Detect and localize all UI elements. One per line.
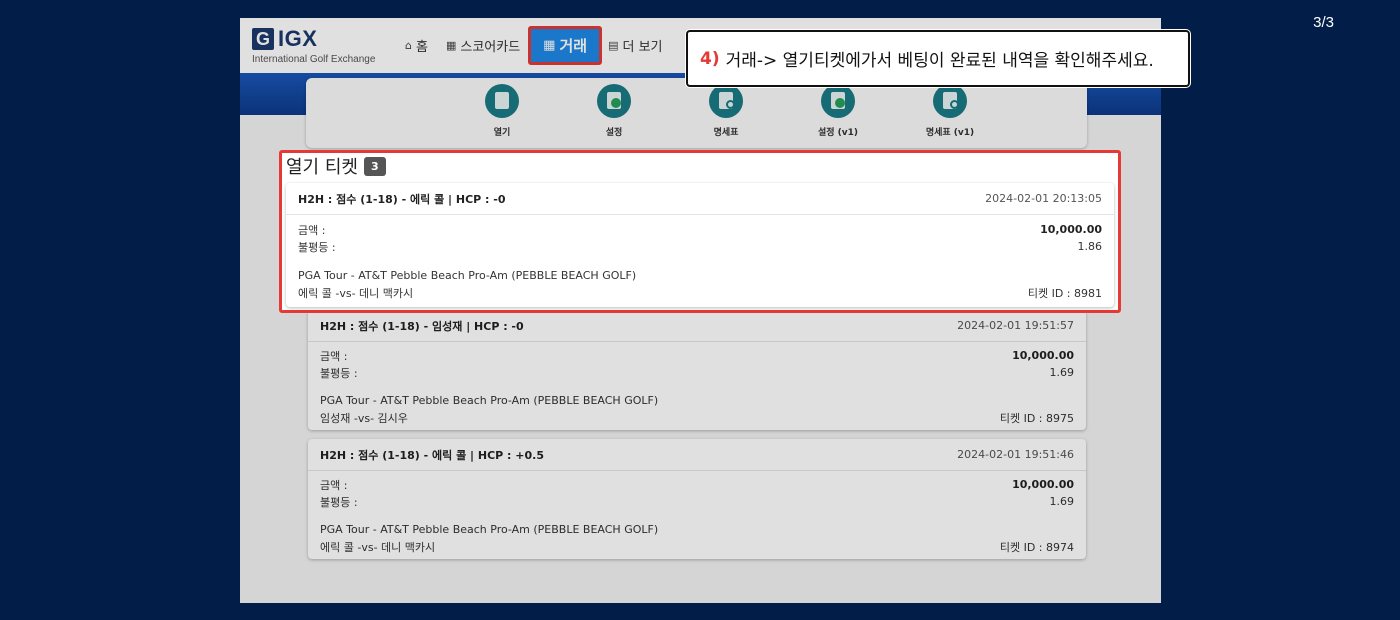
tour-name: PGA Tour - AT&T Pebble Beach Pro-Am (PEB…	[298, 269, 637, 282]
igx-logo[interactable]: G IGX International Golf Exchange	[252, 26, 375, 65]
nav-more-label: 더 보기	[622, 40, 663, 55]
ticket-icon	[485, 84, 519, 118]
nav-more[interactable]: ▤ 더 보기	[608, 36, 662, 55]
nav-home[interactable]: ⌂ 홈	[405, 36, 428, 55]
subnav-open[interactable]: 열기	[446, 78, 558, 148]
ticket-id: 티켓 ID : 8975	[999, 411, 1074, 425]
logo-text: IGX	[278, 26, 318, 51]
ticket-time: 2024-02-01 19:51:57	[957, 319, 1074, 332]
table-icon: ▦	[445, 39, 457, 52]
subnav-settled[interactable]: 설정	[558, 78, 670, 148]
odds-label: 불평등 :	[320, 495, 358, 509]
instruction-callout: 4) 거래-> 열기티켓에가서 베팅이 완료된 내역을 확인해주세요.	[686, 30, 1190, 87]
statement-icon	[933, 84, 967, 118]
nav-scorecard-label: 스코어카드	[460, 40, 521, 55]
nav-scorecard[interactable]: ▦ 스코어카드	[446, 36, 520, 55]
ticket-time: 2024-02-01 20:13:05	[985, 192, 1102, 205]
subnav-statement-v1[interactable]: 명세표 (v1)	[894, 78, 1006, 148]
main-nav: ⌂ 홈 ▦ 스코어카드 ▦ 거래 ▤ 더 보기	[405, 18, 681, 73]
amount-label: 금액 :	[298, 223, 326, 237]
ticket-match: H2H : 점수 (1-18) - 에릭 콜 | HCP : -0	[298, 192, 506, 206]
amount-label: 금액 :	[320, 478, 348, 492]
tour-name: PGA Tour - AT&T Pebble Beach Pro-Am (PEB…	[320, 523, 659, 536]
callout-text: 거래-> 열기티켓에가서 베팅이 완료된 내역을 확인해주세요.	[725, 51, 1154, 71]
nav-trade-label: 거래	[559, 37, 588, 55]
players: 에릭 콜 -vs- 데니 맥카시	[298, 286, 414, 300]
ticket-id: 티켓 ID : 8981	[1027, 286, 1102, 300]
ticket-count-badge: 3	[363, 156, 386, 176]
odds-value: 1.86	[1077, 240, 1103, 253]
players: 에릭 콜 -vs- 데니 맥카시	[320, 540, 436, 554]
subnav-settled-v1[interactable]: 설정 (v1)	[782, 78, 894, 148]
nav-home-label: 홈	[415, 40, 428, 55]
home-icon: ⌂	[405, 39, 412, 52]
highlight-frame: 열기 티켓 3 H2H : 점수 (1-18) - 에릭 콜 | HCP : -…	[279, 150, 1121, 313]
subnav-settled-v1-label: 설정 (v1)	[817, 128, 859, 138]
check-ticket-icon	[597, 84, 631, 118]
subnav-statement[interactable]: 명세표	[670, 78, 782, 148]
odds-value: 1.69	[1049, 495, 1075, 508]
ticket-card[interactable]: H2H : 점수 (1-18) - 에릭 콜 | HCP : +0.5 2024…	[308, 439, 1086, 559]
trade-subnav: 열기 설정 명세표 설정 (v1) 명세표 (v1)	[306, 78, 1087, 148]
amount-value: 10,000.00	[1012, 349, 1074, 362]
amount-value: 10,000.00	[1040, 223, 1102, 236]
calculator-icon: ▦	[543, 38, 556, 53]
odds-label: 불평등 :	[320, 366, 358, 380]
ticket-match: H2H : 점수 (1-18) - 임성재 | HCP : -0	[320, 319, 524, 333]
ticket-card[interactable]: H2H : 점수 (1-18) - 에릭 콜 | HCP : -0 2024-0…	[286, 183, 1114, 307]
amount-value: 10,000.00	[1012, 478, 1074, 491]
nav-trade[interactable]: ▦ 거래	[528, 26, 603, 65]
ticket-match: H2H : 점수 (1-18) - 에릭 콜 | HCP : +0.5	[320, 448, 544, 462]
players: 임성재 -vs- 김시우	[320, 411, 408, 425]
odds-label: 불평등 :	[298, 240, 336, 254]
logo-subtitle: International Golf Exchange	[252, 54, 376, 65]
tour-name: PGA Tour - AT&T Pebble Beach Pro-Am (PEB…	[320, 394, 659, 407]
callout-step: 4)	[700, 48, 720, 69]
subnav-statement-label: 명세표	[713, 128, 739, 138]
subnav-settled-label: 설정	[605, 128, 623, 138]
subnav-open-label: 열기	[493, 128, 511, 138]
tickets-title-text: 열기 티켓	[286, 157, 358, 178]
check-ticket-icon	[821, 84, 855, 118]
amount-label: 금액 :	[320, 349, 348, 363]
odds-value: 1.69	[1049, 366, 1075, 379]
ticket-id: 티켓 ID : 8974	[999, 540, 1074, 554]
ticket-time: 2024-02-01 19:51:46	[957, 448, 1074, 461]
ticket-card[interactable]: H2H : 점수 (1-18) - 임성재 | HCP : -0 2024-02…	[308, 310, 1086, 430]
subnav-statement-v1-label: 명세표 (v1)	[925, 128, 975, 138]
page-counter: 3/3	[1313, 14, 1334, 31]
statement-icon	[709, 84, 743, 118]
list-icon: ▤	[608, 39, 619, 52]
logo-g-mark: G	[252, 28, 274, 50]
tickets-section-title: 열기 티켓 3	[286, 153, 386, 179]
